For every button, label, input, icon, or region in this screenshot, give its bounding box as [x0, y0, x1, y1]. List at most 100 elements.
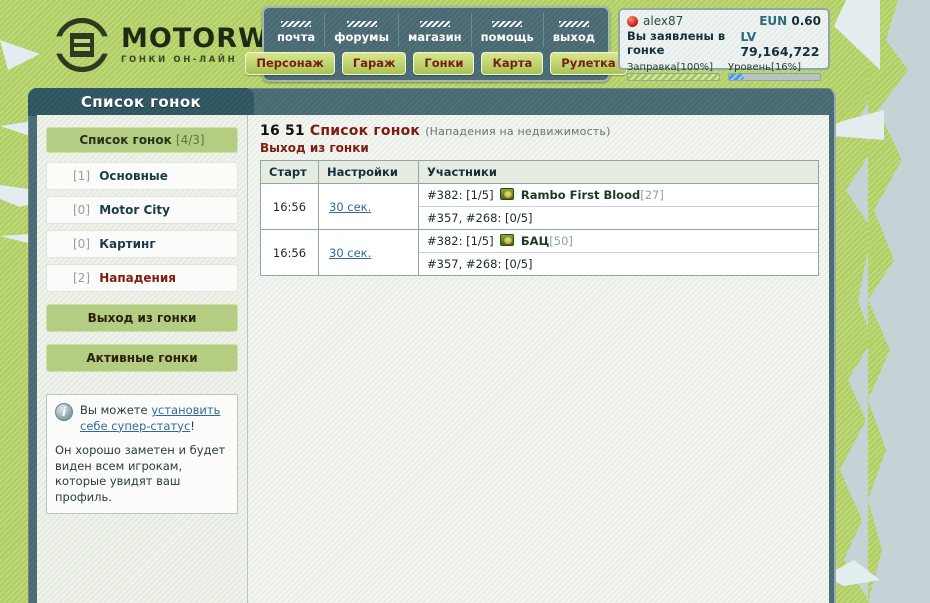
background-green-right — [868, 0, 908, 603]
participants-slots: #382: [1/5] — [427, 188, 494, 202]
sidebar-item-count: [2] — [73, 271, 90, 285]
race-settings-link[interactable]: 30 сек. — [329, 246, 371, 260]
sidebar-item-karting[interactable]: [0] Картинг — [46, 230, 238, 258]
race-settings-cell: 30 сек. — [318, 183, 419, 230]
race-settings-link[interactable]: 30 сек. — [329, 200, 371, 214]
eun-value: 0.60 — [791, 14, 821, 28]
checkered-flag-icon — [558, 21, 589, 27]
column-start: Старт — [260, 160, 319, 184]
race-participants-cell: #382: [1/5] Rambo First Blood[27] #357, … — [418, 183, 819, 230]
online-status-icon — [627, 15, 638, 27]
super-status-infobox: i Вы можете установить себе супер-статус… — [46, 394, 238, 515]
participants-line-1: #382: [1/5] Rambo First Blood[27] — [419, 184, 818, 207]
race-settings-cell: 30 сек. — [318, 229, 419, 276]
column-participants: Участники — [418, 160, 819, 184]
participant-level: [27] — [640, 188, 664, 202]
sidebar-section-count: [4/3] — [175, 133, 205, 147]
sidebar-button-exit-race[interactable]: Выход из гонки — [46, 304, 238, 332]
rank-badge-icon — [500, 188, 515, 200]
checkered-flag-icon — [419, 21, 450, 27]
nav-item-label: выход — [552, 30, 596, 44]
nav-item-forums[interactable]: форумы — [325, 13, 399, 47]
participant-name[interactable]: БАЦ — [521, 234, 549, 248]
nav-button-roulette[interactable]: Рулетка — [550, 52, 627, 75]
checkered-flag-icon — [492, 21, 523, 27]
fuel-bar: Заправка[100%] — [627, 62, 720, 81]
fuel-bar-fill — [628, 74, 719, 80]
level-bar-fill — [729, 74, 744, 80]
sidebar-item-napadeniya[interactable]: [2] Нападения — [46, 264, 238, 292]
sidebar-button-active-races[interactable]: Активные гонки — [46, 344, 238, 372]
sidebar-item-count: [0] — [73, 203, 90, 217]
infobox-lead-end: ! — [190, 418, 195, 433]
nav-button-map[interactable]: Карта — [481, 52, 544, 75]
site-header: MOTORWARS.RU ГОНКИ ОН-ЛАЙН почта форумы … — [0, 0, 930, 88]
participants-line-1: #382: [1/5] БАЦ[50] — [419, 230, 818, 253]
participants-slots: #382: [1/5] — [427, 234, 494, 248]
fuel-label: Заправка[100%] — [627, 62, 714, 73]
table-header-row: Старт Настройки Участники — [260, 160, 819, 184]
nav-item-label: форумы — [334, 30, 389, 44]
sidebar-item-osnovnye[interactable]: [1] Основные — [46, 162, 238, 190]
player-state-text: Вы заявлены в гонке — [627, 29, 726, 57]
participant-level: [50] — [549, 234, 573, 248]
races-table: Старт Настройки Участники 16:56 30 сек. … — [260, 160, 819, 276]
sidebar-item-label: Картинг — [99, 237, 156, 251]
nav-item-mail[interactable]: почта — [268, 13, 326, 47]
participants-line-2: #357, #268: [0/5] — [427, 211, 533, 225]
main-navigation-panel: почта форумы магазин помощь выход Персон… — [245, 6, 627, 82]
sidebar: Список гонок [4/3] [1] Основные [0] Moto… — [37, 115, 248, 603]
main-content: 16 51 Список гонок (Нападения на недвижи… — [248, 115, 829, 603]
lv-value: 79,164,722 — [740, 44, 820, 59]
nav-bottom-row: Персонаж Гараж Гонки Карта Рулетка — [245, 52, 627, 75]
sidebar-item-count: [0] — [73, 237, 90, 251]
race-start-time: 16:56 — [260, 183, 319, 230]
level-label: Уровень[16%] — [728, 62, 802, 73]
page-body: Список гонок [4/3] [1] Основные [0] Moto… — [37, 115, 829, 603]
infobox-body: Он хорошо заметен и будет виден всем игр… — [55, 443, 226, 504]
sidebar-section-title: Список гонок [4/3] — [46, 127, 238, 153]
currency-eun: EUN 0.60 — [759, 14, 821, 28]
column-settings: Настройки — [318, 160, 419, 184]
nav-item-shop[interactable]: магазин — [399, 13, 472, 47]
lv-label: LV — [740, 29, 757, 44]
sidebar-section-label: Список гонок — [79, 133, 172, 147]
logo-crosshair-icon — [55, 18, 109, 72]
eun-label: EUN — [759, 14, 788, 28]
participants-line-2: #357, #268: [0/5] — [427, 257, 533, 271]
player-nickname[interactable]: alex87 — [643, 14, 683, 28]
sidebar-item-label: Нападения — [99, 271, 176, 285]
race-start-time: 16:56 — [260, 229, 319, 276]
page-title-text: Список гонок — [309, 123, 421, 139]
sidebar-tab-title: Список гонок — [80, 93, 202, 111]
page-subtitle: (Нападения на недвижимость) — [425, 125, 611, 138]
sidebar-header-tab: Список гонок — [28, 88, 254, 116]
nav-button-character[interactable]: Персонаж — [245, 52, 335, 75]
table-row[interactable]: 16:56 30 сек. #382: [1/5] Rambo First Bl… — [260, 183, 819, 230]
exit-race-link[interactable]: Выход из гонки — [260, 141, 369, 155]
page-title: 16 51 Список гонок (Нападения на недвижи… — [260, 123, 819, 139]
rank-badge-icon — [500, 234, 515, 246]
checkered-flag-icon — [281, 21, 312, 27]
nav-item-label: почта — [276, 30, 316, 44]
sidebar-item-label: Основные — [99, 169, 168, 183]
nav-item-logout[interactable]: выход — [544, 13, 604, 47]
level-points: LV 79,164,722 — [740, 29, 821, 59]
sidebar-item-motor-city[interactable]: [0] Motor City — [46, 196, 238, 224]
nav-item-label: помощь — [480, 30, 534, 44]
infobox-lead: Вы можете — [80, 403, 152, 417]
sidebar-item-count: [1] — [73, 169, 90, 183]
nav-button-garage[interactable]: Гараж — [341, 52, 407, 75]
nav-top-row: почта форумы магазин помощь выход — [268, 13, 604, 47]
level-bar: Уровень[16%] — [728, 62, 821, 81]
nav-button-races[interactable]: Гонки — [413, 52, 475, 75]
race-participants-cell: #382: [1/5] БАЦ[50] #357, #268: [0/5] — [418, 229, 819, 276]
player-status-panel: alex87 EUN 0.60 Вы заявлены в гонке LV 7… — [618, 8, 830, 81]
sidebar-item-label: Motor City — [99, 203, 170, 217]
table-row[interactable]: 16:56 30 сек. #382: [1/5] БАЦ[50] #357, … — [260, 229, 819, 276]
server-clock: 16 51 — [260, 123, 305, 139]
nav-item-help[interactable]: помощь — [472, 13, 544, 47]
checkered-flag-icon — [346, 21, 377, 27]
participant-name[interactable]: Rambo First Blood — [521, 188, 640, 202]
info-icon: i — [55, 403, 73, 421]
